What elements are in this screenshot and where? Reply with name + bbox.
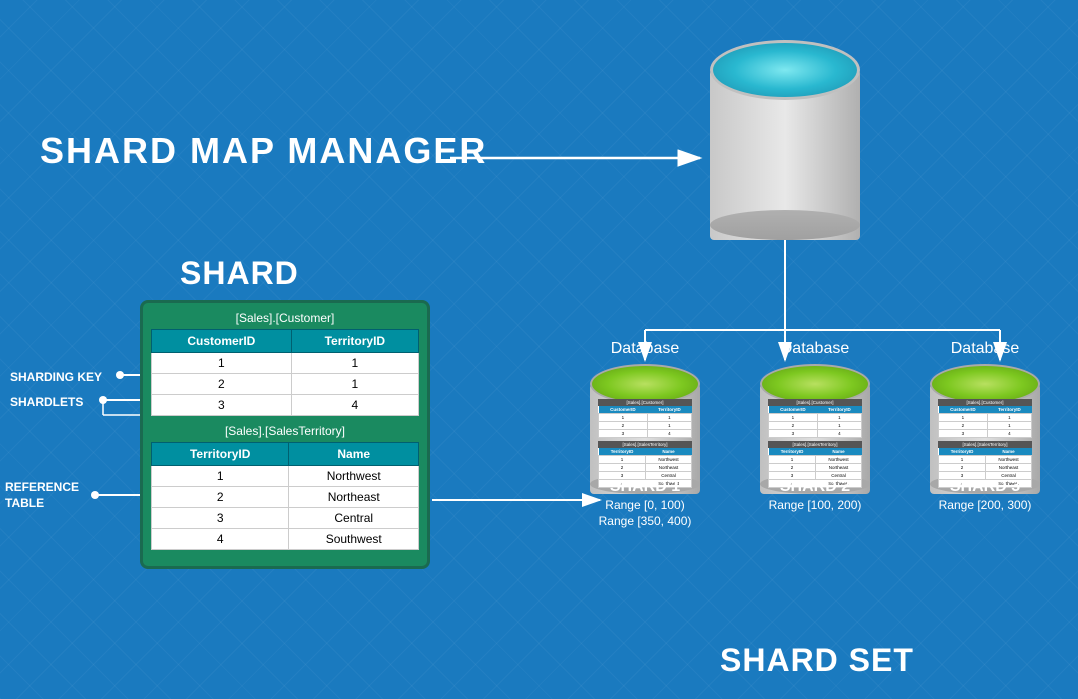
shard-range-1: Range [0, 100) — [590, 498, 700, 512]
shard-range-1: Range [100, 200) — [760, 498, 870, 512]
shard-set-label: SHARD SET — [720, 642, 914, 679]
cell: 1 — [152, 353, 292, 374]
small-cylinder-3: [Sales].[Customer] CustomerIDTerritoryID… — [930, 364, 1040, 494]
small-cylinder-2: [Sales].[Customer] CustomerIDTerritoryID… — [760, 364, 870, 494]
shard-map-manager-title: SHARD MAP MANAGER — [40, 130, 487, 172]
database-container-2: Database [Sales].[Customer] CustomerIDTe… — [760, 340, 870, 494]
database-label: Database — [951, 340, 1020, 358]
cell: 2 — [152, 487, 289, 508]
cell: Northwest — [289, 466, 419, 487]
shard-label: SHARD — [180, 255, 299, 292]
territory-table-header-1: TerritoryID — [152, 443, 289, 466]
table-row: 11 — [152, 353, 419, 374]
main-cylinder — [710, 40, 860, 240]
cell: 3 — [152, 395, 292, 416]
database-label: Database — [781, 340, 850, 358]
shardlets-label: SHARDLETS — [10, 395, 83, 409]
table-row: 2Northeast — [152, 487, 419, 508]
table-panel: [Sales].[Customer] CustomerID TerritoryI… — [140, 300, 430, 569]
cell: 1 — [291, 353, 418, 374]
shard-name-2: SHARD 2 Range [100, 200) — [760, 478, 870, 528]
table-row: 4Southwest — [152, 529, 419, 550]
shard-name-1: SHARD 1 Range [0, 100) Range [350, 400) — [590, 478, 700, 528]
small-cylinder-1: [Sales].[Customer] CustomerIDTerritoryID… — [590, 364, 700, 494]
small-cyl-top — [590, 364, 700, 404]
territory-table-section: [Sales].[SalesTerritory] TerritoryID Nam… — [151, 424, 419, 550]
table-row: 1Northwest — [152, 466, 419, 487]
small-cyl-top — [760, 364, 870, 404]
shard-name-bold: SHARD 1 — [590, 478, 700, 496]
cell: 1 — [291, 374, 418, 395]
cylinder-bottom — [710, 210, 860, 240]
shard-range-1: Range [200, 300) — [930, 498, 1040, 512]
cell: 4 — [291, 395, 418, 416]
cell: 3 — [152, 508, 289, 529]
database-container-3: Database [Sales].[Customer] CustomerIDTe… — [930, 340, 1040, 494]
database-label: Database — [611, 340, 680, 358]
customer-table-header-2: TerritoryID — [291, 330, 418, 353]
cell: Southwest — [289, 529, 419, 550]
databases-row: Database [Sales].[Customer] CustomerIDTe… — [590, 340, 1040, 494]
territory-table-title: [Sales].[SalesTerritory] — [151, 424, 419, 438]
table-row: 3Central — [152, 508, 419, 529]
customer-table-header-1: CustomerID — [152, 330, 292, 353]
shard-names-row: SHARD 1Range [0, 100)Range [350, 400)SHA… — [590, 478, 1040, 528]
shard-name-3: SHARD 3 Range [200, 300) — [930, 478, 1040, 528]
customer-table: CustomerID TerritoryID 112134 — [151, 329, 419, 416]
table-row: 21 — [152, 374, 419, 395]
territory-table-header-2: Name — [289, 443, 419, 466]
small-cyl-top — [930, 364, 1040, 404]
territory-table: TerritoryID Name 1Northwest2Northeast3Ce… — [151, 442, 419, 550]
reference-table-label: REFERENCETABLE — [5, 480, 85, 511]
shard-name-bold: SHARD 2 — [760, 478, 870, 496]
cell: 2 — [152, 374, 292, 395]
customer-table-title: [Sales].[Customer] — [151, 311, 419, 325]
sharding-key-label: SHARDING KEY — [10, 370, 102, 384]
shard-range-2: Range [350, 400) — [590, 514, 700, 528]
cell: 1 — [152, 466, 289, 487]
cell: Central — [289, 508, 419, 529]
shard-name-bold: SHARD 3 — [930, 478, 1040, 496]
cell: 4 — [152, 529, 289, 550]
cell: Northeast — [289, 487, 419, 508]
table-row: 34 — [152, 395, 419, 416]
database-container-1: Database [Sales].[Customer] CustomerIDTe… — [590, 340, 700, 494]
customer-table-section: [Sales].[Customer] CustomerID TerritoryI… — [151, 311, 419, 416]
cylinder-top — [710, 40, 860, 100]
